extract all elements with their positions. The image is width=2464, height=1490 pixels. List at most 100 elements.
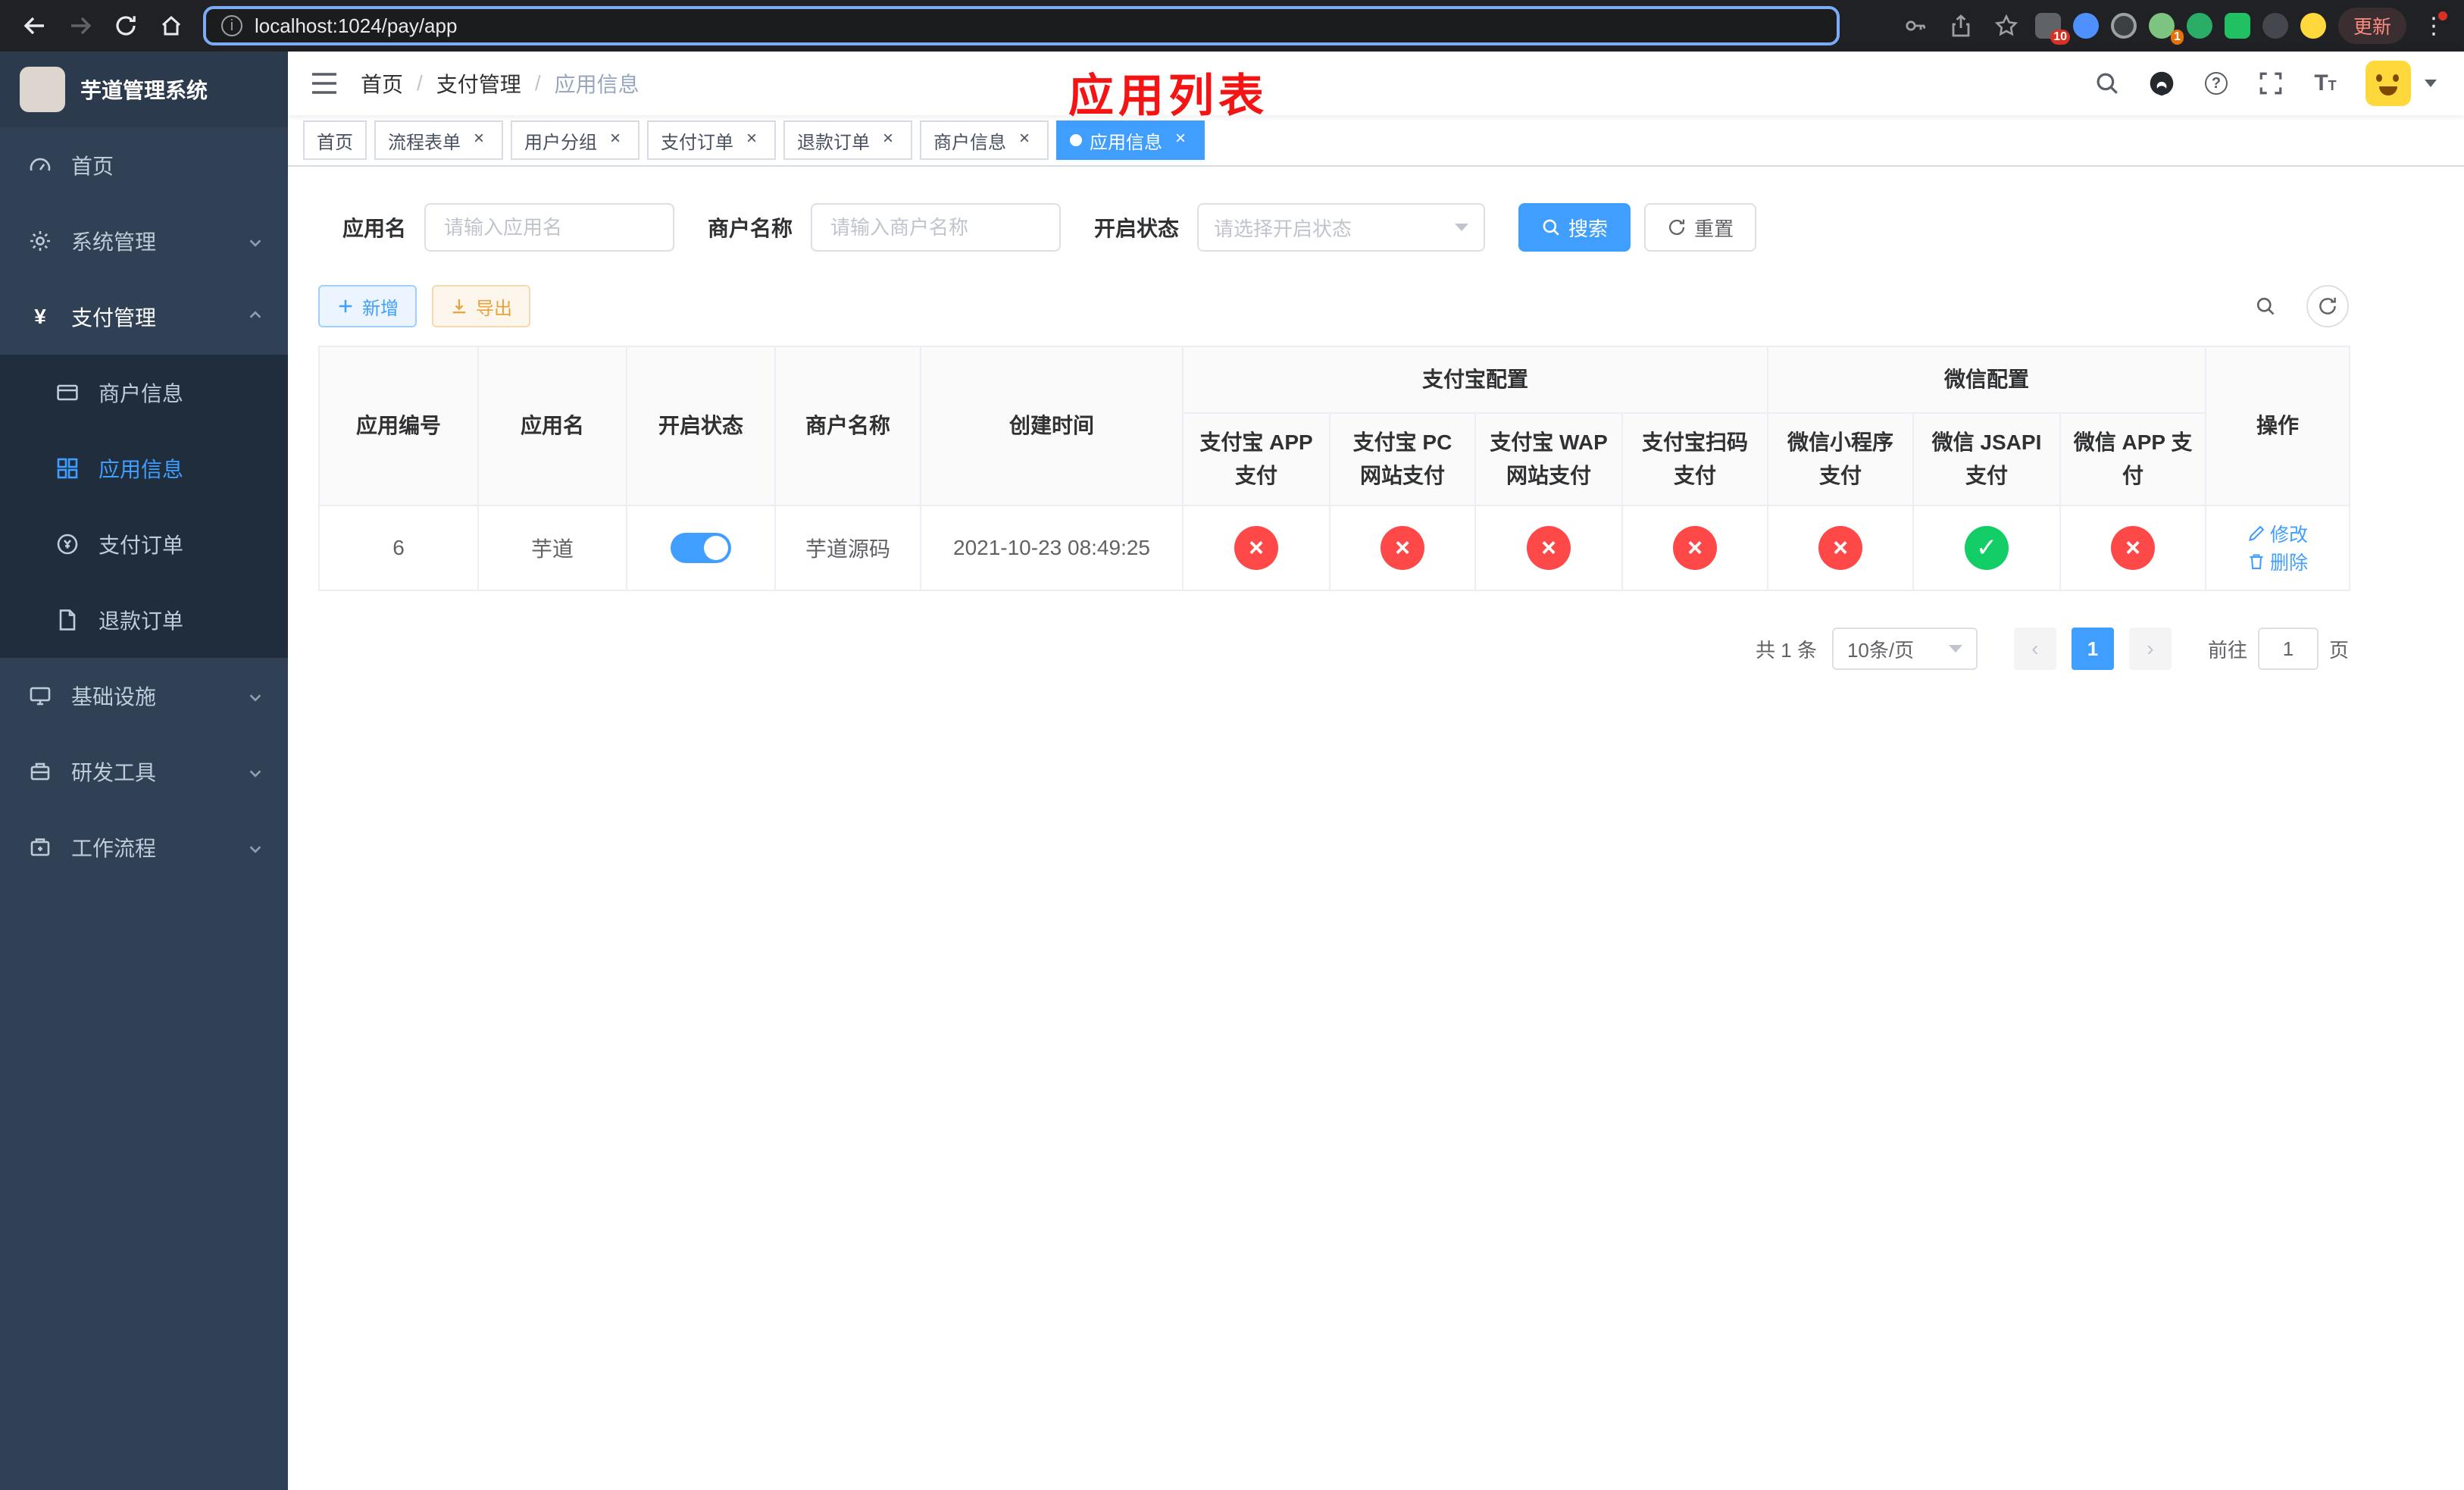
chevron-down-icon bbox=[1948, 645, 1962, 653]
search-button[interactable]: 搜索 bbox=[1518, 203, 1631, 252]
col-wechat-jsapi: 微信 JSAPI 支付 bbox=[1912, 412, 2062, 506]
breadcrumb-payment[interactable]: 支付管理 bbox=[436, 68, 521, 99]
extension-emoji-icon[interactable] bbox=[2300, 13, 2326, 39]
sidebar-item-dev-tools[interactable]: 研发工具 bbox=[0, 734, 288, 809]
grid-icon bbox=[55, 455, 80, 481]
reset-button-label: 重置 bbox=[1694, 217, 1734, 240]
extension-wechat-icon[interactable] bbox=[2186, 13, 2212, 39]
user-avatar[interactable] bbox=[2366, 61, 2411, 106]
sidebar-item-refund-orders[interactable]: 退款订单 bbox=[0, 582, 288, 658]
tab-home[interactable]: 首页 bbox=[303, 121, 367, 160]
add-button[interactable]: 新增 bbox=[318, 285, 417, 327]
enabled-switch[interactable] bbox=[671, 533, 731, 563]
home-button[interactable] bbox=[152, 6, 191, 45]
toolbox-icon bbox=[27, 759, 53, 784]
sidebar-item-infrastructure[interactable]: 基础设施 bbox=[0, 658, 288, 734]
breadcrumb-home[interactable]: 首页 bbox=[361, 68, 403, 99]
sidebar-item-payment[interactable]: ¥ 支付管理 bbox=[0, 279, 288, 355]
col-alipay-app: 支付宝 APP 支付 bbox=[1182, 412, 1330, 506]
gear-icon bbox=[27, 228, 53, 254]
tab-user-group[interactable]: 用户分组 × bbox=[511, 121, 639, 160]
back-button[interactable] bbox=[15, 6, 55, 45]
close-icon[interactable]: × bbox=[877, 130, 899, 151]
credit-card-icon bbox=[55, 380, 80, 405]
avatar-dropdown-caret[interactable] bbox=[2425, 80, 2437, 87]
password-key-button[interactable] bbox=[1899, 9, 1932, 42]
refresh-table-button[interactable] bbox=[2306, 285, 2349, 327]
extension-dark-icon[interactable] bbox=[2110, 13, 2137, 39]
search-icon bbox=[2256, 297, 2275, 315]
extension-drop-icon[interactable] bbox=[2072, 13, 2099, 39]
cell-app-id: 6 bbox=[318, 505, 479, 591]
export-button[interactable]: 导出 bbox=[432, 285, 530, 327]
goto-label: 前往 bbox=[2207, 638, 2247, 662]
app-logo[interactable]: 芋道管理系统 bbox=[0, 52, 288, 127]
browser-menu-button[interactable]: ⋮ bbox=[2419, 11, 2449, 39]
tab-flow-form[interactable]: 流程表单 × bbox=[374, 121, 503, 160]
sidebar-item-label: 首页 bbox=[71, 155, 114, 178]
fullscreen-button[interactable] bbox=[2256, 69, 2285, 98]
sidebar-collapse-button[interactable] bbox=[288, 52, 361, 115]
close-icon[interactable]: × bbox=[1170, 130, 1191, 151]
extension-profile-icon[interactable]: 1 bbox=[2148, 13, 2184, 45]
tab-app-info[interactable]: 应用信息 × bbox=[1056, 121, 1205, 160]
bookmark-button[interactable] bbox=[1990, 9, 2023, 42]
prev-page-button[interactable]: ‹ bbox=[2013, 628, 2056, 670]
docs-help-button[interactable]: ? bbox=[2202, 69, 2231, 98]
close-icon[interactable]: × bbox=[1014, 130, 1035, 151]
hamburger-icon bbox=[312, 73, 336, 94]
page-info-icon[interactable]: i bbox=[221, 15, 242, 36]
yen-icon: ¥ bbox=[34, 305, 46, 328]
reload-icon bbox=[116, 16, 136, 36]
goto-page-input[interactable] bbox=[2257, 628, 2319, 670]
extension-green-square-icon[interactable] bbox=[2224, 13, 2250, 39]
sidebar-item-workflow[interactable]: 工作流程 bbox=[0, 809, 288, 885]
extension-puzzle-icon[interactable] bbox=[2262, 13, 2288, 39]
page-annotation: 应用列表 bbox=[1068, 70, 1268, 121]
sidebar-item-pay-orders[interactable]: 支付订单 bbox=[0, 506, 288, 582]
share-button[interactable] bbox=[1944, 9, 1978, 42]
extension-icon[interactable]: 10 bbox=[2034, 13, 2070, 45]
next-page-button[interactable]: › bbox=[2128, 628, 2172, 670]
forward-button[interactable] bbox=[61, 6, 100, 45]
close-icon[interactable]: × bbox=[605, 130, 626, 151]
tab-refund-orders[interactable]: 退款订单 × bbox=[783, 121, 912, 160]
sidebar-item-merchant-info[interactable]: 商户信息 bbox=[0, 355, 288, 430]
sidebar-item-label: 工作流程 bbox=[71, 837, 157, 860]
sidebar-item-system[interactable]: 系统管理 bbox=[0, 203, 288, 279]
pencil-icon bbox=[2248, 525, 2265, 542]
forward-icon bbox=[71, 17, 92, 35]
screen: i localhost:1024/pay/app 10 1 更新 ⋮ 芋道管理系… bbox=[0, 0, 2464, 1490]
tab-merchant-info[interactable]: 商户信息 × bbox=[920, 121, 1049, 160]
url-bar[interactable]: i localhost:1024/pay/app bbox=[203, 6, 1840, 45]
cell-actions: 修改 删除 bbox=[2205, 505, 2351, 591]
reset-button[interactable]: 重置 bbox=[1644, 203, 1757, 252]
merchant-name-label: 商户名称 bbox=[708, 217, 793, 240]
col-created: 创建时间 bbox=[920, 346, 1184, 506]
merchant-name-input[interactable] bbox=[811, 203, 1062, 252]
page-number-button[interactable]: 1 bbox=[2071, 628, 2114, 670]
app-name-input[interactable] bbox=[424, 203, 675, 252]
close-icon[interactable]: × bbox=[468, 130, 489, 151]
delete-link[interactable]: 删除 bbox=[2247, 548, 2308, 575]
tab-pay-orders[interactable]: 支付订单 × bbox=[647, 121, 776, 160]
sidebar-item-app-info[interactable]: 应用信息 bbox=[0, 430, 288, 506]
close-icon[interactable]: × bbox=[741, 130, 762, 151]
cell-app-name: 芋道 bbox=[477, 505, 627, 591]
sidebar-item-label: 支付订单 bbox=[98, 534, 184, 557]
question-icon: ? bbox=[2205, 72, 2228, 95]
reload-button[interactable] bbox=[106, 6, 145, 45]
chrome-update-button[interactable]: 更新 bbox=[2337, 8, 2406, 44]
trash-icon bbox=[2250, 554, 2263, 569]
sidebar-item-home[interactable]: 首页 bbox=[0, 127, 288, 203]
status-select[interactable]: 请选择开启状态 bbox=[1197, 203, 1486, 252]
header-search-button[interactable] bbox=[2093, 69, 2122, 98]
font-size-button[interactable]: TT bbox=[2311, 69, 2340, 98]
font-size-icon: TT bbox=[2314, 70, 2337, 95]
edit-link[interactable]: 修改 bbox=[2247, 520, 2308, 547]
page-size-select[interactable]: 10条/页 bbox=[1831, 628, 1978, 670]
url-text[interactable]: localhost:1024/pay/app bbox=[255, 14, 457, 38]
toggle-search-button[interactable] bbox=[2244, 285, 2287, 327]
col-app-id: 应用编号 bbox=[318, 346, 479, 506]
github-button[interactable] bbox=[2147, 69, 2176, 98]
